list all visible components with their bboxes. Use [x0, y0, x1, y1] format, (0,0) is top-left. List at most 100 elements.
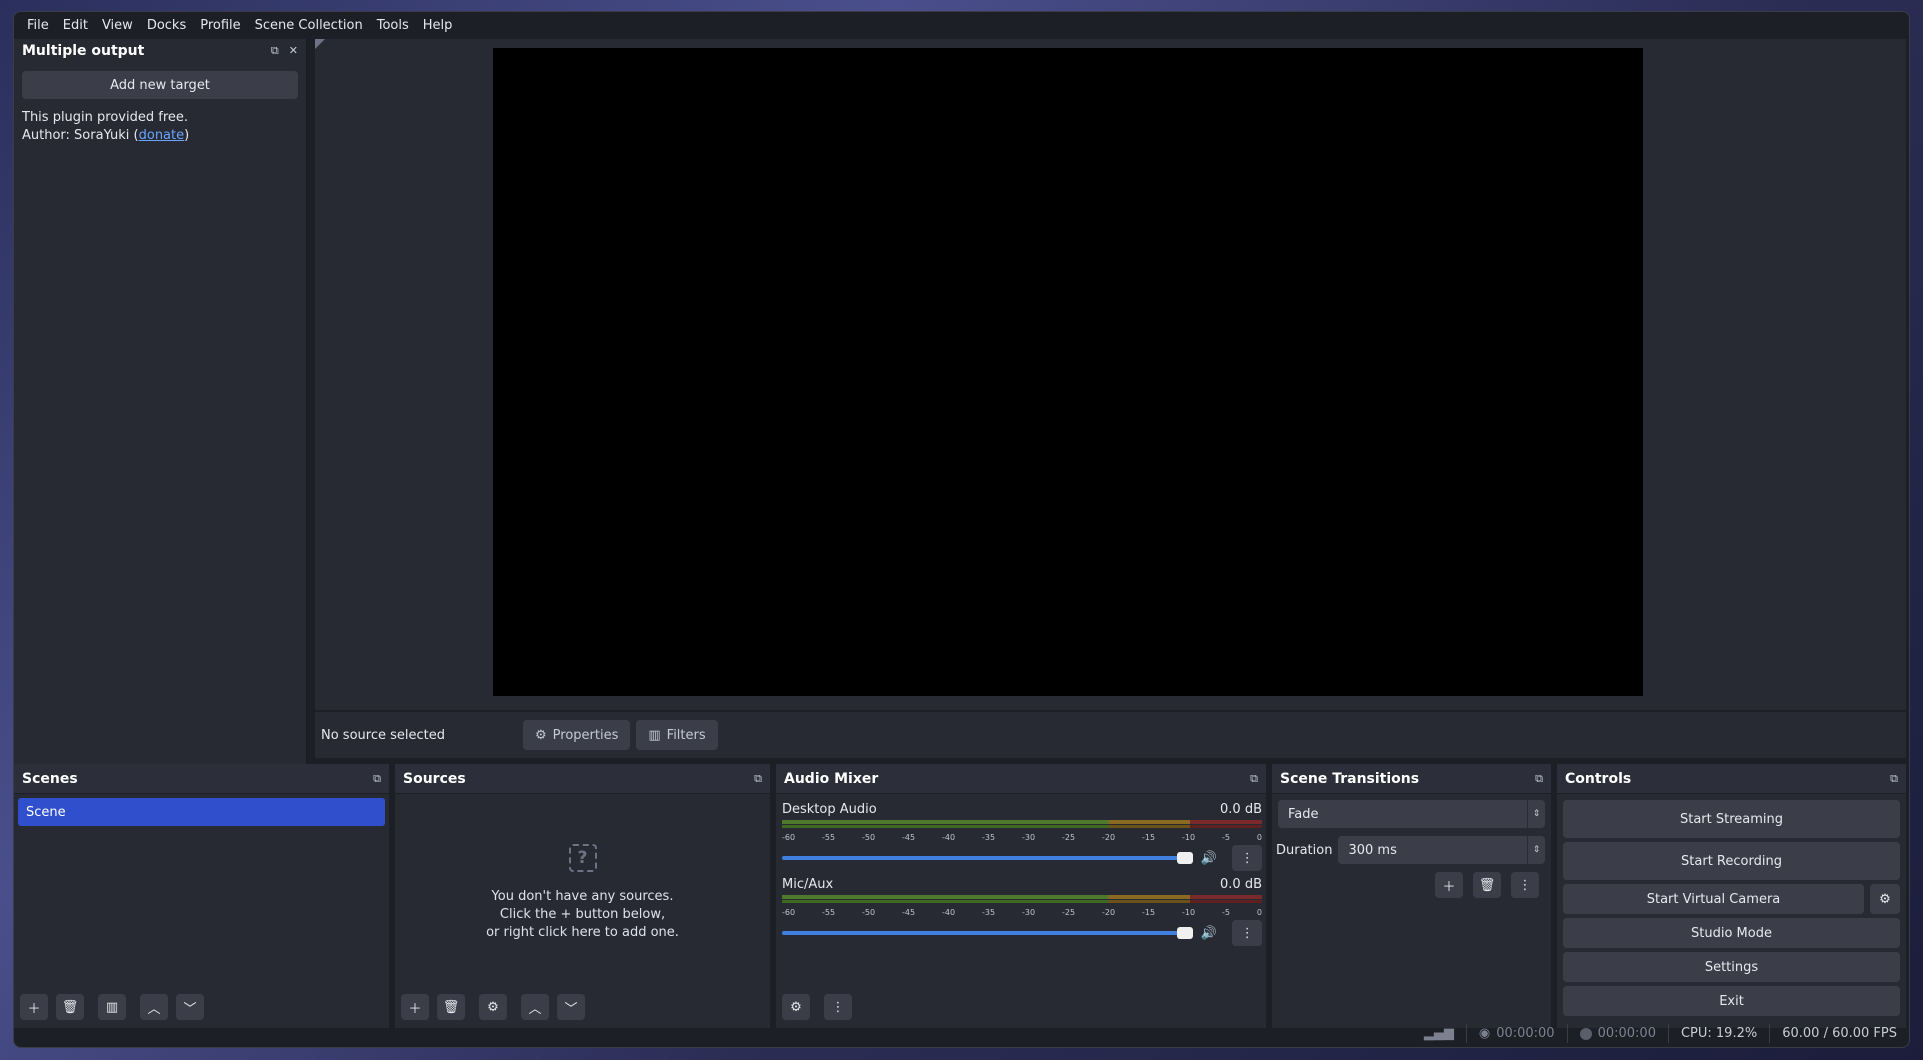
network-status: ▂▄▆ [1412, 1024, 1466, 1043]
preview-canvas[interactable] [493, 48, 1643, 696]
menu-docks[interactable]: Docks [140, 12, 193, 39]
filter-icon: ▥ [105, 999, 119, 1015]
add-scene-button[interactable]: ＋ [20, 994, 48, 1020]
volume-slider[interactable] [782, 852, 1193, 864]
channel-menu-button[interactable]: ⋮ [1232, 920, 1262, 946]
multiple-output-dock: Multiple output ⧉ ✕ Add new target This … [14, 39, 307, 766]
close-icon[interactable]: ✕ [289, 44, 298, 58]
properties-button[interactable]: ⚙ Properties [523, 720, 631, 750]
move-scene-down-button[interactable]: ﹀ [176, 994, 204, 1020]
remove-source-button[interactable]: 🗑 [437, 994, 465, 1020]
plus-icon: ＋ [408, 1001, 422, 1017]
menu-tools[interactable]: Tools [370, 12, 416, 39]
more-vertical-icon: ⋮ [1240, 850, 1254, 866]
tick: -35 [982, 833, 996, 842]
dock-title: Multiple output ⧉ ✕ [14, 39, 306, 63]
gear-icon: ⚙ [1879, 891, 1891, 907]
start-virtual-camera-button[interactable]: Start Virtual Camera [1563, 884, 1864, 914]
updown-icon: ⇕ [1527, 800, 1545, 828]
add-new-target-button[interactable]: Add new target [22, 71, 298, 99]
channel-menu-button[interactable]: ⋮ [1232, 845, 1262, 871]
spin-arrows-icon[interactable]: ⇕ [1527, 836, 1545, 864]
mixer-toolbar: ⚙ ⋮ [782, 994, 852, 1020]
add-transition-button[interactable]: ＋ [1435, 872, 1463, 898]
more-vertical-icon: ⋮ [1240, 925, 1254, 941]
tick: -10 [1182, 833, 1196, 842]
menu-scene-collection[interactable]: Scene Collection [248, 12, 370, 39]
duration-spinbox[interactable]: 300 ms ⇕ [1338, 836, 1545, 864]
start-streaming-button[interactable]: Start Streaming [1563, 800, 1900, 838]
studio-mode-button[interactable]: Studio Mode [1563, 918, 1900, 948]
move-source-down-button[interactable]: ﹀ [557, 994, 585, 1020]
plugin-info: This plugin provided free. Author: SoraY… [14, 99, 306, 145]
source-toolbar: No source selected ⚙ Properties ▥ Filter… [315, 710, 1906, 758]
cpu-usage: CPU: 19.2% [1680, 1026, 1758, 1041]
menu-edit[interactable]: Edit [56, 12, 95, 39]
float-icon[interactable]: ⧉ [373, 772, 381, 786]
tick: 0 [1256, 833, 1262, 842]
move-scene-up-button[interactable]: ︿ [140, 994, 168, 1020]
menu-file[interactable]: File [20, 12, 56, 39]
add-source-button[interactable]: ＋ [401, 994, 429, 1020]
tick: -60 [782, 833, 796, 842]
menu-help[interactable]: Help [416, 12, 460, 39]
chevron-up-icon: ︿ [147, 1001, 161, 1017]
source-properties-button[interactable]: ⚙ [479, 994, 507, 1020]
empty-sources-message: ? You don't have any sources. Click the … [395, 844, 770, 942]
duration-value: 300 ms [1348, 842, 1397, 858]
scenes-title-bar: Scenes ⧉ [14, 764, 389, 794]
donate-link[interactable]: donate [139, 128, 185, 143]
speaker-icon[interactable]: 🔊 [1201, 926, 1221, 941]
scenes-toolbar: ＋ 🗑 ▥ ︿ ﹀ [20, 994, 204, 1020]
author-suffix: ) [184, 128, 190, 143]
settings-button[interactable]: Settings [1563, 952, 1900, 982]
slider-knob[interactable] [1176, 927, 1193, 939]
duration-row: Duration 300 ms ⇕ [1276, 836, 1545, 864]
float-icon[interactable]: ⧉ [754, 772, 762, 786]
float-icon[interactable]: ⧉ [1250, 772, 1258, 786]
tick: -5 [1222, 908, 1230, 917]
tick: -40 [942, 833, 956, 842]
chevron-up-icon: ︿ [528, 1001, 542, 1017]
scene-list-item[interactable]: Scene [18, 798, 385, 826]
author-prefix: Author: SoraYuki ( [22, 128, 139, 143]
menu-view[interactable]: View [95, 12, 140, 39]
remove-scene-button[interactable]: 🗑 [56, 994, 84, 1020]
float-icon[interactable]: ⧉ [1890, 772, 1898, 786]
record-time: 00:00:00 [1597, 1026, 1656, 1041]
slider-knob[interactable] [1176, 852, 1193, 864]
float-icon[interactable]: ⧉ [1535, 772, 1543, 786]
move-source-up-button[interactable]: ︿ [521, 994, 549, 1020]
tick: 0 [1256, 908, 1262, 917]
channel-name: Desktop Audio [782, 802, 877, 817]
status-bar: ▂▄▆ ◉ 00:00:00 00:00:00 CPU: 19.2% 60.00… [14, 1020, 1909, 1047]
scene-filters-button[interactable]: ▥ [98, 994, 126, 1020]
transition-menu-button[interactable]: ⋮ [1511, 872, 1539, 898]
float-icon[interactable]: ⧉ [271, 44, 279, 58]
advanced-audio-button[interactable]: ⚙ [782, 994, 810, 1020]
transition-select[interactable]: Fade ⇕ [1278, 800, 1545, 828]
speaker-icon[interactable]: 🔊 [1201, 851, 1221, 866]
virtual-camera-settings-button[interactable]: ⚙ [1870, 884, 1900, 914]
desktop-audio-channel: Desktop Audio 0.0 dB -60 -55 -50 -45 -40 -35-… [782, 802, 1262, 871]
start-recording-button[interactable]: Start Recording [1563, 842, 1900, 880]
preview-area[interactable] [315, 39, 1906, 710]
filters-button[interactable]: ▥ Filters [636, 720, 718, 750]
tick: -25 [1062, 908, 1076, 917]
record-status: 00:00:00 [1566, 1024, 1668, 1043]
exit-button[interactable]: Exit [1563, 986, 1900, 1016]
sources-dock[interactable]: Sources ⧉ ? You don't have any sources. … [395, 764, 770, 1028]
remove-transition-button[interactable]: 🗑 [1473, 872, 1501, 898]
meter-ticks: -60 -55 -50 -45 -40 -35 -30 -25 -20 -15 -10 -5 0 [782, 833, 1262, 842]
tick: -50 [862, 833, 876, 842]
mixer-menu-button[interactable]: ⋮ [824, 994, 852, 1020]
fps-value: 60.00 / 60.00 FPS [1782, 1026, 1897, 1041]
dock-title-text: Multiple output [22, 43, 145, 59]
menu-profile[interactable]: Profile [193, 12, 247, 39]
controls-title: Controls [1565, 770, 1632, 787]
plugin-free-text: This plugin provided free. [22, 110, 189, 125]
sources-title: Sources [403, 770, 466, 787]
volume-slider[interactable] [782, 927, 1193, 939]
controls-dock: Controls ⧉ Start Streaming Start Recordi… [1557, 764, 1906, 1028]
gears-icon: ⚙ [790, 999, 802, 1015]
